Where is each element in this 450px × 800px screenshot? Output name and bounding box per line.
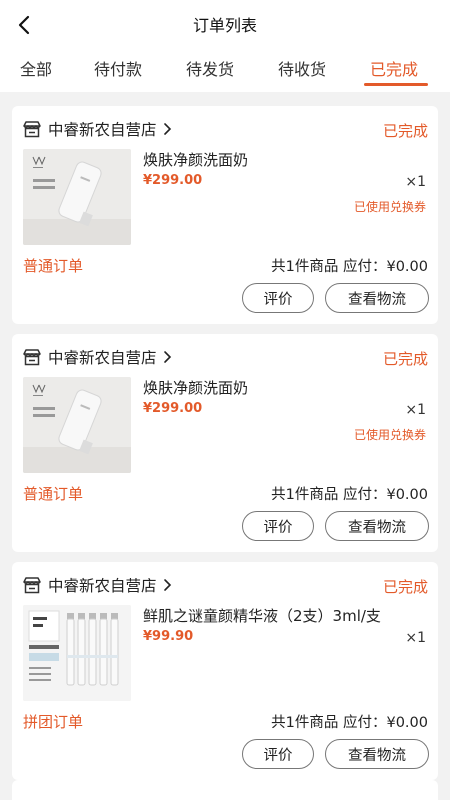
view-logistics-button[interactable]: 查看物流 [325,739,429,769]
tab-completed[interactable]: 已完成 [370,56,418,80]
product-name[interactable]: 鲜肌之谜童颜精华液（2支）3ml/支 [143,605,381,626]
product-image[interactable] [23,605,131,701]
shop-name: 中睿新农自营店 [48,349,157,367]
product-quantity: ×1 [405,402,426,418]
shop-name: 中睿新农自营店 [48,121,157,139]
top-bar: 订单列表 全部 待付款 待发货 待收货 已完成 [0,0,450,92]
order-type-label: 普通订单 [23,257,84,275]
chevron-right-icon [161,350,173,364]
shop-link[interactable]: 中睿新农自营店 [22,346,173,368]
tab-pending-receipt[interactable]: 待收货 [278,56,326,80]
view-logistics-button[interactable]: 查看物流 [325,511,429,541]
chevron-right-icon [161,122,173,136]
order-card: 中睿新农自营店 已完成 焕肤净颜洗面奶 ¥299.00 ×1 已使用兑换券 普通… [12,106,438,324]
tab-all[interactable]: 全部 [20,56,52,80]
page-title: 订单列表 [192,16,257,35]
shop-link[interactable]: 中睿新农自营店 [22,574,173,596]
shop-name: 中睿新农自营店 [48,577,157,595]
order-card: 中睿新农自营店 已完成 焕肤净颜洗面奶 ¥299.00 ×1 已使用兑换券 普通… [12,334,438,552]
product-price: ¥99.90 [143,629,194,644]
review-button[interactable]: 评价 [242,511,314,541]
product-price: ¥299.00 [143,173,203,188]
review-button[interactable]: 评价 [242,739,314,769]
product-image[interactable] [23,149,131,245]
store-icon [22,120,42,138]
order-status: 已完成 [382,578,428,596]
order-status: 已完成 [382,350,428,368]
order-type-label: 普通订单 [23,485,84,503]
tab-pending-shipment[interactable]: 待发货 [186,56,234,80]
order-type-label: 拼团订单 [23,713,84,731]
order-card: 中睿新农自营店 已完成 鲜肌之谜童颜精华液（2支）3ml/支 ¥99.90 ×1… [12,562,438,780]
store-icon [22,576,42,594]
product-price: ¥299.00 [143,401,203,416]
order-status-tabs: 全部 待付款 待发货 待收货 已完成 [0,50,450,90]
review-button[interactable]: 评价 [242,283,314,313]
shop-link[interactable]: 中睿新农自营店 [22,118,173,140]
order-summary: 共1件商品 应付：¥0.00 [271,259,428,275]
coupon-note: 已使用兑换券 [353,200,426,214]
coupon-note: 已使用兑换券 [353,428,426,442]
view-logistics-button[interactable]: 查看物流 [325,283,429,313]
next-order-card-partial [12,780,438,800]
chevron-right-icon [161,578,173,592]
store-icon [22,348,42,366]
product-quantity: ×1 [405,630,426,646]
order-summary: 共1件商品 应付：¥0.00 [271,715,428,731]
active-tab-indicator [364,83,428,86]
order-summary: 共1件商品 应付：¥0.00 [271,487,428,503]
tab-pending-payment[interactable]: 待付款 [94,56,142,80]
product-name[interactable]: 焕肤净颜洗面奶 [143,149,248,170]
product-image[interactable] [23,377,131,473]
order-status: 已完成 [382,122,428,140]
product-quantity: ×1 [405,174,426,190]
product-name[interactable]: 焕肤净颜洗面奶 [143,377,248,398]
